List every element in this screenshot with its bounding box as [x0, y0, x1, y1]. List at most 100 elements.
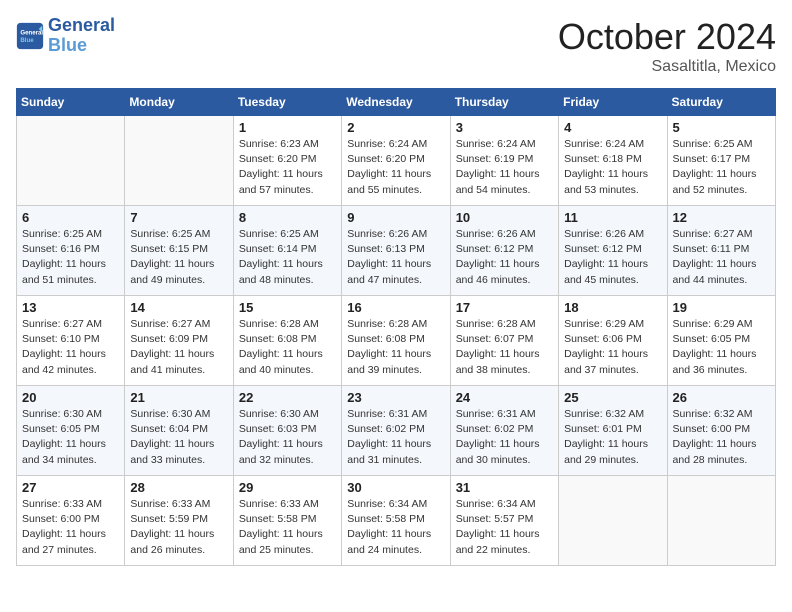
- calendar-cell: [667, 476, 775, 566]
- day-info: Sunrise: 6:24 AMSunset: 6:19 PMDaylight:…: [456, 137, 553, 198]
- day-info: Sunrise: 6:32 AMSunset: 6:01 PMDaylight:…: [564, 407, 661, 468]
- day-info: Sunrise: 6:29 AMSunset: 6:06 PMDaylight:…: [564, 317, 661, 378]
- calendar-cell: 19 Sunrise: 6:29 AMSunset: 6:05 PMDayligh…: [667, 296, 775, 386]
- page-header: General Blue GeneralBlue October 2024 Sa…: [16, 16, 776, 76]
- calendar-cell: 22 Sunrise: 6:30 AMSunset: 6:03 PMDayligh…: [233, 386, 341, 476]
- calendar-cell: 23 Sunrise: 6:31 AMSunset: 6:02 PMDayligh…: [342, 386, 450, 476]
- month-title: October 2024: [558, 16, 776, 58]
- calendar-week-4: 20 Sunrise: 6:30 AMSunset: 6:05 PMDayligh…: [17, 386, 776, 476]
- calendar-cell: 29 Sunrise: 6:33 AMSunset: 5:58 PMDayligh…: [233, 476, 341, 566]
- calendar-cell: 30 Sunrise: 6:34 AMSunset: 5:58 PMDayligh…: [342, 476, 450, 566]
- calendar-cell: 13 Sunrise: 6:27 AMSunset: 6:10 PMDayligh…: [17, 296, 125, 386]
- title-block: October 2024 Sasaltitla, Mexico: [558, 16, 776, 76]
- logo-text: GeneralBlue: [48, 16, 115, 56]
- calendar-cell: 31Sunrise: 6:34 AMSunset: 5:57 PMDayligh…: [450, 476, 558, 566]
- weekday-header-monday: Monday: [125, 89, 233, 116]
- day-info: Sunrise: 6:28 AMSunset: 6:07 PMDaylight:…: [456, 317, 553, 378]
- calendar-cell: 18 Sunrise: 6:29 AMSunset: 6:06 PMDayligh…: [559, 296, 667, 386]
- calendar-cell: 6 Sunrise: 6:25 AMSunset: 6:16 PMDaylight…: [17, 206, 125, 296]
- day-number: 26: [673, 390, 770, 405]
- day-number: 8: [239, 210, 336, 225]
- calendar-week-1: 1 Sunrise: 6:23 AMSunset: 6:20 PMDaylight…: [17, 116, 776, 206]
- calendar-cell: 28Sunrise: 6:33 AMSunset: 5:59 PMDayligh…: [125, 476, 233, 566]
- calendar-cell: 16Sunrise: 6:28 AMSunset: 6:08 PMDayligh…: [342, 296, 450, 386]
- calendar-cell: 5 Sunrise: 6:25 AMSunset: 6:17 PMDaylight…: [667, 116, 775, 206]
- calendar-cell: 4Sunrise: 6:24 AMSunset: 6:18 PMDaylight…: [559, 116, 667, 206]
- day-number: 3: [456, 120, 553, 135]
- weekday-header-tuesday: Tuesday: [233, 89, 341, 116]
- day-number: 24: [456, 390, 553, 405]
- logo-icon: General Blue: [16, 22, 44, 50]
- day-info: Sunrise: 6:28 AMSunset: 6:08 PMDaylight:…: [239, 317, 336, 378]
- day-info: Sunrise: 6:26 AMSunset: 6:13 PMDaylight:…: [347, 227, 444, 288]
- calendar-week-2: 6 Sunrise: 6:25 AMSunset: 6:16 PMDaylight…: [17, 206, 776, 296]
- calendar-cell: 14 Sunrise: 6:27 AMSunset: 6:09 PMDayligh…: [125, 296, 233, 386]
- weekday-header-thursday: Thursday: [450, 89, 558, 116]
- day-info: Sunrise: 6:31 AMSunset: 6:02 PMDaylight:…: [456, 407, 553, 468]
- location: Sasaltitla, Mexico: [558, 58, 776, 76]
- day-info: Sunrise: 6:28 AMSunset: 6:08 PMDaylight:…: [347, 317, 444, 378]
- calendar-cell: 1 Sunrise: 6:23 AMSunset: 6:20 PMDaylight…: [233, 116, 341, 206]
- day-number: 28: [130, 480, 227, 495]
- calendar-cell: 8 Sunrise: 6:25 AMSunset: 6:14 PMDaylight…: [233, 206, 341, 296]
- day-info: Sunrise: 6:25 AMSunset: 6:17 PMDaylight:…: [673, 137, 770, 198]
- day-info: Sunrise: 6:24 AMSunset: 6:18 PMDaylight:…: [564, 137, 661, 198]
- day-info: Sunrise: 6:33 AMSunset: 5:58 PMDaylight:…: [239, 497, 336, 558]
- calendar-cell: 20 Sunrise: 6:30 AMSunset: 6:05 PMDayligh…: [17, 386, 125, 476]
- logo: General Blue GeneralBlue: [16, 16, 115, 56]
- svg-text:Blue: Blue: [20, 37, 34, 44]
- day-number: 21: [130, 390, 227, 405]
- calendar-cell: 7Sunrise: 6:25 AMSunset: 6:15 PMDaylight…: [125, 206, 233, 296]
- calendar-cell: 24 Sunrise: 6:31 AMSunset: 6:02 PMDayligh…: [450, 386, 558, 476]
- day-number: 30: [347, 480, 444, 495]
- day-info: Sunrise: 6:30 AMSunset: 6:03 PMDaylight:…: [239, 407, 336, 468]
- day-info: Sunrise: 6:29 AMSunset: 6:05 PMDaylight:…: [673, 317, 770, 378]
- calendar-cell: [125, 116, 233, 206]
- svg-text:General: General: [20, 29, 43, 36]
- day-info: Sunrise: 6:31 AMSunset: 6:02 PMDaylight:…: [347, 407, 444, 468]
- weekday-header-sunday: Sunday: [17, 89, 125, 116]
- day-number: 13: [22, 300, 119, 315]
- calendar-week-3: 13 Sunrise: 6:27 AMSunset: 6:10 PMDayligh…: [17, 296, 776, 386]
- day-number: 15: [239, 300, 336, 315]
- day-number: 6: [22, 210, 119, 225]
- day-info: Sunrise: 6:30 AMSunset: 6:05 PMDaylight:…: [22, 407, 119, 468]
- calendar-cell: 25Sunrise: 6:32 AMSunset: 6:01 PMDayligh…: [559, 386, 667, 476]
- day-number: 7: [130, 210, 227, 225]
- day-number: 22: [239, 390, 336, 405]
- day-number: 29: [239, 480, 336, 495]
- day-info: Sunrise: 6:30 AMSunset: 6:04 PMDaylight:…: [130, 407, 227, 468]
- day-number: 20: [22, 390, 119, 405]
- day-info: Sunrise: 6:32 AMSunset: 6:00 PMDaylight:…: [673, 407, 770, 468]
- day-number: 5: [673, 120, 770, 135]
- weekday-header-saturday: Saturday: [667, 89, 775, 116]
- calendar-cell: 10Sunrise: 6:26 AMSunset: 6:12 PMDayligh…: [450, 206, 558, 296]
- day-number: 18: [564, 300, 661, 315]
- day-number: 9: [347, 210, 444, 225]
- calendar-cell: 2Sunrise: 6:24 AMSunset: 6:20 PMDaylight…: [342, 116, 450, 206]
- day-info: Sunrise: 6:25 AMSunset: 6:14 PMDaylight:…: [239, 227, 336, 288]
- day-info: Sunrise: 6:24 AMSunset: 6:20 PMDaylight:…: [347, 137, 444, 198]
- day-number: 31: [456, 480, 553, 495]
- day-number: 12: [673, 210, 770, 225]
- calendar-table: SundayMondayTuesdayWednesdayThursdayFrid…: [16, 88, 776, 566]
- calendar-cell: 17Sunrise: 6:28 AMSunset: 6:07 PMDayligh…: [450, 296, 558, 386]
- day-info: Sunrise: 6:26 AMSunset: 6:12 PMDaylight:…: [456, 227, 553, 288]
- calendar-week-5: 27Sunrise: 6:33 AMSunset: 6:00 PMDayligh…: [17, 476, 776, 566]
- day-number: 23: [347, 390, 444, 405]
- day-info: Sunrise: 6:34 AMSunset: 5:58 PMDaylight:…: [347, 497, 444, 558]
- day-number: 14: [130, 300, 227, 315]
- calendar-cell: [17, 116, 125, 206]
- day-info: Sunrise: 6:27 AMSunset: 6:10 PMDaylight:…: [22, 317, 119, 378]
- day-number: 1: [239, 120, 336, 135]
- day-info: Sunrise: 6:33 AMSunset: 6:00 PMDaylight:…: [22, 497, 119, 558]
- weekday-header-row: SundayMondayTuesdayWednesdayThursdayFrid…: [17, 89, 776, 116]
- calendar-cell: 3 Sunrise: 6:24 AMSunset: 6:19 PMDaylight…: [450, 116, 558, 206]
- day-info: Sunrise: 6:25 AMSunset: 6:16 PMDaylight:…: [22, 227, 119, 288]
- day-info: Sunrise: 6:27 AMSunset: 6:11 PMDaylight:…: [673, 227, 770, 288]
- day-info: Sunrise: 6:23 AMSunset: 6:20 PMDaylight:…: [239, 137, 336, 198]
- day-number: 19: [673, 300, 770, 315]
- day-info: Sunrise: 6:27 AMSunset: 6:09 PMDaylight:…: [130, 317, 227, 378]
- calendar-cell: 26 Sunrise: 6:32 AMSunset: 6:00 PMDayligh…: [667, 386, 775, 476]
- weekday-header-wednesday: Wednesday: [342, 89, 450, 116]
